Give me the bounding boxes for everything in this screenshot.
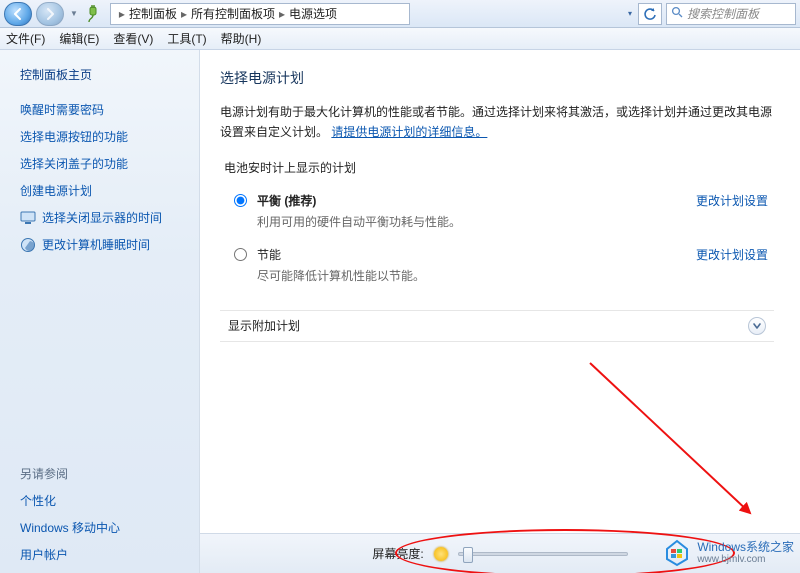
menu-view[interactable]: 查看(V) — [113, 30, 153, 47]
breadcrumb-root[interactable]: 控制面板 — [129, 5, 177, 22]
menubar: 文件(F) 编辑(E) 查看(V) 工具(T) 帮助(H) — [0, 28, 800, 50]
refresh-button[interactable] — [638, 3, 662, 25]
brightness-thumb[interactable] — [463, 547, 473, 563]
footer-bar: 屏幕亮度: — [200, 533, 800, 573]
sidebar-link-personalize[interactable]: 个性化 — [20, 492, 185, 509]
nav-dropdown-icon[interactable]: ▼ — [68, 9, 80, 18]
sidebar-link-close-lid[interactable]: 选择关闭盖子的功能 — [20, 155, 185, 172]
page-description: 电源计划有助于最大化计算机的性能或者节能。通过选择计划来将其激活，或选择计划并通… — [220, 102, 774, 143]
plan-saver-change-link[interactable]: 更改计划设置 — [696, 246, 768, 263]
plan-balanced-radio[interactable] — [234, 194, 247, 207]
brightness-slider[interactable] — [458, 552, 628, 556]
main-panel: 选择电源计划 电源计划有助于最大化计算机的性能或者节能。通过选择计划来将其激活，… — [200, 50, 800, 573]
plan-saver-sub: 尽可能降低计算机性能以节能。 — [257, 267, 686, 284]
menu-tools[interactable]: 工具(T) — [167, 30, 206, 47]
breadcrumb-dropdown-icon[interactable]: ▾ — [626, 9, 634, 18]
plan-saver-name: 节能 — [257, 248, 281, 262]
back-button[interactable] — [4, 2, 32, 26]
sidebar-link-display-off[interactable]: 选择关闭显示器的时间 — [20, 209, 185, 226]
content: 控制面板主页 唤醒时需要密码 选择电源按钮的功能 选择关闭盖子的功能 创建电源计… — [0, 50, 800, 573]
sidebar-link-sleep-time[interactable]: 更改计算机睡眠时间 — [20, 236, 185, 253]
plan-balanced: 平衡 (推荐) 利用可用的硬件自动平衡功耗与性能。 更改计划设置 — [220, 186, 774, 240]
sidebar: 控制面板主页 唤醒时需要密码 选择电源按钮的功能 选择关闭盖子的功能 创建电源计… — [0, 50, 200, 573]
plan-balanced-name: 平衡 (推荐) — [257, 194, 316, 208]
sidebar-home[interactable]: 控制面板主页 — [20, 66, 185, 83]
power-plug-icon — [84, 5, 102, 23]
expand-row[interactable]: 显示附加计划 — [220, 310, 774, 342]
plan-saver: 节能 尽可能降低计算机性能以节能。 更改计划设置 — [220, 240, 774, 294]
sidebar-link-wake-password[interactable]: 唤醒时需要密码 — [20, 101, 185, 118]
sun-low-icon — [434, 547, 448, 561]
menu-file[interactable]: 文件(F) — [6, 30, 45, 47]
search-input[interactable]: 搜索控制面板 — [666, 3, 796, 25]
menu-help[interactable]: 帮助(H) — [221, 30, 262, 47]
plan-details-link[interactable]: 请提供电源计划的详细信息。 — [331, 125, 487, 139]
breadcrumb[interactable]: ▸ 控制面板 ▸ 所有控制面板项 ▸ 电源选项 — [110, 3, 410, 25]
chevron-down-icon[interactable] — [748, 317, 766, 335]
brightness-label: 屏幕亮度: — [372, 545, 423, 562]
sleep-icon — [20, 237, 36, 253]
search-placeholder: 搜索控制面板 — [687, 5, 759, 22]
annotation-arrow — [580, 353, 780, 533]
section-title: 电池安时计上显示的计划 — [224, 159, 774, 176]
sidebar-see-also: 另请参阅 — [20, 465, 185, 482]
sidebar-link-mobility[interactable]: Windows 移动中心 — [20, 519, 185, 536]
plan-balanced-sub: 利用可用的硬件自动平衡功耗与性能。 — [257, 213, 686, 230]
plan-saver-radio[interactable] — [234, 248, 247, 261]
search-icon — [671, 6, 683, 21]
titlebar: ▼ ▸ 控制面板 ▸ 所有控制面板项 ▸ 电源选项 ▾ 搜索控制面板 — [0, 0, 800, 28]
plan-balanced-change-link[interactable]: 更改计划设置 — [696, 192, 768, 209]
sidebar-link-users[interactable]: 用户帐户 — [20, 546, 185, 563]
menu-edit[interactable]: 编辑(E) — [59, 30, 99, 47]
sidebar-link-create-plan[interactable]: 创建电源计划 — [20, 182, 185, 199]
page-title: 选择电源计划 — [220, 68, 774, 88]
forward-button[interactable] — [36, 2, 64, 26]
expand-label: 显示附加计划 — [228, 317, 300, 334]
breadcrumb-leaf[interactable]: 电源选项 — [289, 5, 337, 22]
sidebar-link-power-button[interactable]: 选择电源按钮的功能 — [20, 128, 185, 145]
breadcrumb-mid[interactable]: 所有控制面板项 — [191, 5, 275, 22]
monitor-icon — [20, 210, 36, 226]
